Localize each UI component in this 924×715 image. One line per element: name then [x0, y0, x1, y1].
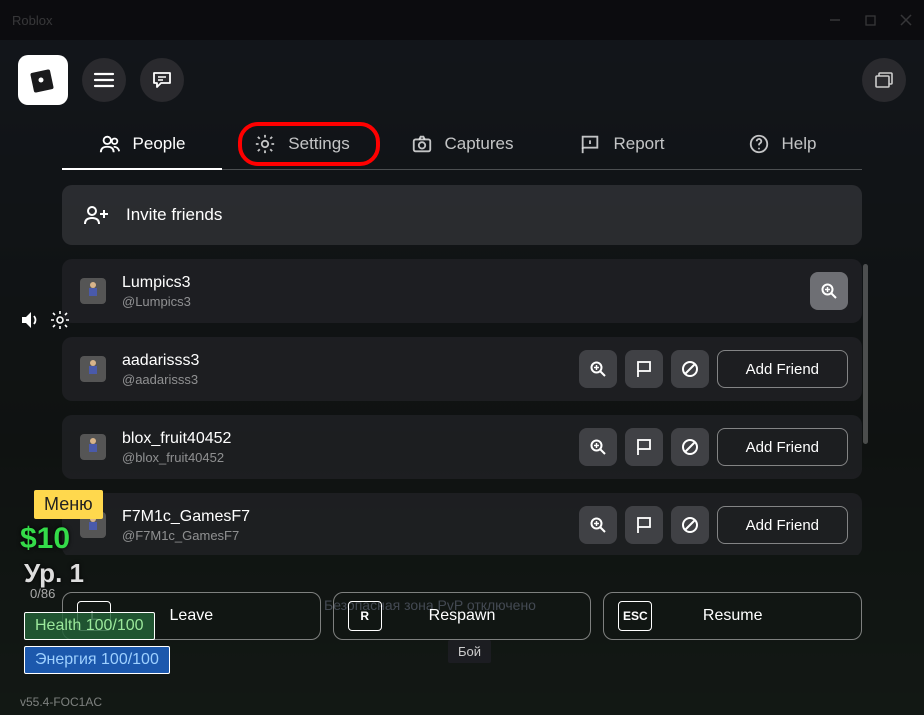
avatar: [80, 356, 106, 382]
tab-label: Help: [782, 134, 817, 154]
player-row[interactable]: Lumpics3 @Lumpics3: [62, 259, 862, 323]
player-row[interactable]: F7M1c_GamesF7 @F7M1c_GamesF7 Add Friend: [62, 493, 862, 555]
add-friend-button[interactable]: Add Friend: [717, 428, 848, 466]
player-name: blox_fruit40452: [122, 430, 563, 448]
button-label: Resume: [703, 607, 763, 625]
hud-xp: 0/86: [30, 586, 55, 601]
key-badge: ESC: [618, 601, 652, 631]
player-info: F7M1c_GamesF7 @F7M1c_GamesF7: [122, 508, 563, 543]
block-icon[interactable]: [671, 428, 709, 466]
hud-energy-bar: Энергия 100/100: [24, 646, 170, 674]
gear-icon: [254, 133, 276, 155]
version-label: v55.4-FOC1AC: [20, 695, 102, 709]
report-icon[interactable]: [625, 350, 663, 388]
player-handle: @blox_fruit40452: [122, 450, 563, 465]
player-handle: @F7M1c_GamesF7: [122, 528, 563, 543]
volume-icon[interactable]: [20, 310, 42, 330]
player-handle: @Lumpics3: [122, 294, 794, 309]
key-badge: R: [348, 601, 382, 631]
roblox-logo-button[interactable]: [18, 55, 68, 105]
respawn-button[interactable]: R Respawn: [333, 592, 592, 640]
block-icon[interactable]: [671, 506, 709, 544]
flag-icon: [579, 133, 601, 155]
invite-label: Invite friends: [126, 205, 222, 225]
player-actions: [810, 272, 848, 310]
player-actions: Add Friend: [579, 428, 848, 466]
button-label: Respawn: [429, 607, 496, 625]
add-friend-button[interactable]: Add Friend: [717, 506, 848, 544]
hud-money: $10: [20, 522, 70, 556]
help-icon: [748, 133, 770, 155]
chat-button[interactable]: [140, 58, 184, 102]
hud-menu-button[interactable]: Меню: [34, 490, 103, 519]
scrollbar[interactable]: [863, 264, 868, 444]
inspect-icon[interactable]: [810, 272, 848, 310]
player-actions: Add Friend: [579, 506, 848, 544]
block-icon[interactable]: [671, 350, 709, 388]
player-row[interactable]: aadarisss3 @aadarisss3 Add Friend: [62, 337, 862, 401]
invite-friends-button[interactable]: Invite friends: [62, 185, 862, 245]
layers-button[interactable]: [862, 58, 906, 102]
player-name: aadarisss3: [122, 352, 563, 370]
tab-label: People: [133, 134, 186, 154]
tab-people[interactable]: People: [62, 118, 222, 169]
player-info: aadarisss3 @aadarisss3: [122, 352, 563, 387]
bottom-buttons: L Leave R Respawn ESC Resume: [62, 592, 862, 640]
camera-icon: [411, 133, 433, 155]
tab-help[interactable]: Help: [702, 118, 862, 169]
tabs: People Settings Captures Report Help: [62, 118, 862, 170]
player-actions: Add Friend: [579, 350, 848, 388]
inspect-icon[interactable]: [579, 428, 617, 466]
avatar: [80, 434, 106, 460]
tab-captures[interactable]: Captures: [382, 118, 542, 169]
tab-label: Settings: [288, 134, 349, 154]
tab-report[interactable]: Report: [542, 118, 702, 169]
player-name: F7M1c_GamesF7: [122, 508, 563, 526]
player-row[interactable]: blox_fruit40452 @blox_fruit40452 Add Frien…: [62, 415, 862, 479]
report-icon[interactable]: [625, 428, 663, 466]
people-content: Invite friends Lumpics3 @Lumpics3 aadariss…: [62, 185, 862, 555]
report-icon[interactable]: [625, 506, 663, 544]
hamburger-menu-button[interactable]: [82, 58, 126, 102]
topbar: [0, 50, 924, 110]
button-label: Leave: [170, 607, 214, 625]
combat-indicator: Бой: [448, 640, 491, 663]
player-info: blox_fruit40452 @blox_fruit40452: [122, 430, 563, 465]
invite-icon: [84, 204, 110, 226]
inspect-icon[interactable]: [579, 350, 617, 388]
hud-level: Ур. 1: [24, 558, 84, 589]
tab-settings[interactable]: Settings: [222, 118, 382, 169]
avatar: [80, 278, 106, 304]
inspect-icon[interactable]: [579, 506, 617, 544]
resume-button[interactable]: ESC Resume: [603, 592, 862, 640]
tab-label: Captures: [445, 134, 514, 154]
hud-health-bar: Health 100/100: [24, 612, 155, 640]
player-handle: @aadarisss3: [122, 372, 563, 387]
tab-label: Report: [613, 134, 664, 154]
hud-audio-controls: [20, 310, 70, 330]
add-friend-button[interactable]: Add Friend: [717, 350, 848, 388]
people-icon: [99, 133, 121, 155]
player-name: Lumpics3: [122, 274, 794, 292]
settings-cog-icon[interactable]: [50, 310, 70, 330]
player-info: Lumpics3 @Lumpics3: [122, 274, 794, 309]
